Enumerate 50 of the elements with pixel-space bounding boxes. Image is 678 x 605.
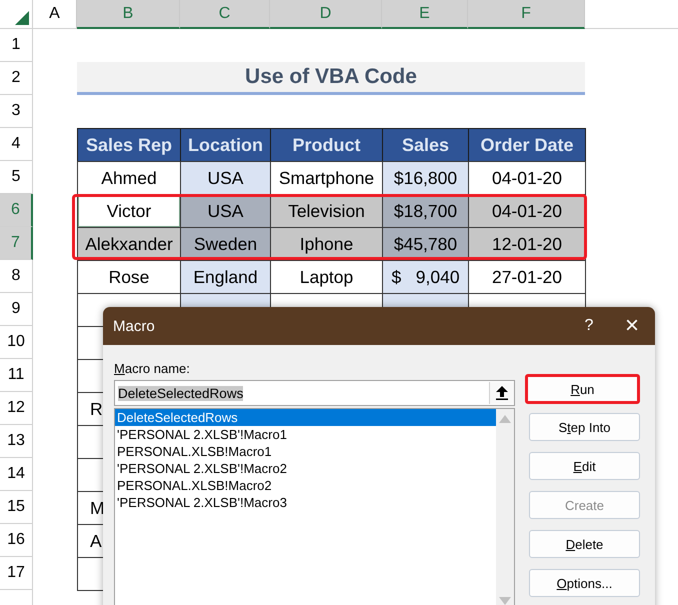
row-header[interactable]: 4 bbox=[0, 128, 33, 161]
column-header[interactable]: A bbox=[33, 0, 77, 29]
table-header-cell: Location bbox=[180, 128, 271, 162]
row-header[interactable]: 3 bbox=[0, 95, 33, 128]
column-header[interactable]: E bbox=[382, 0, 468, 29]
row-header[interactable]: 17 bbox=[0, 557, 33, 590]
macro-list-item[interactable]: 'PERSONAL 2.XLSB'!Macro1 bbox=[115, 426, 496, 443]
column-header[interactable]: F bbox=[468, 0, 585, 29]
table-cell: 04-01-20 bbox=[468, 161, 586, 195]
table-cell: $16,800 bbox=[382, 161, 469, 195]
table-cell: Ahmed bbox=[77, 161, 181, 195]
close-button[interactable]: × bbox=[609, 312, 655, 340]
help-button[interactable]: ? bbox=[569, 317, 609, 335]
table-header-cell: Sales Rep bbox=[77, 128, 181, 162]
dialog-button[interactable]: Step Into bbox=[529, 413, 640, 441]
macro-name-label: Macro name: bbox=[114, 361, 190, 376]
table-cell: England bbox=[180, 260, 271, 294]
macro-list-item[interactable]: DeleteSelectedRows bbox=[115, 409, 496, 426]
row-header[interactable]: 10 bbox=[0, 326, 33, 359]
dialog-button[interactable]: Delete bbox=[529, 530, 640, 558]
row-header[interactable]: 11 bbox=[0, 359, 33, 392]
row-header[interactable]: 14 bbox=[0, 458, 33, 491]
row-header[interactable]: 7 bbox=[0, 227, 33, 260]
dialog-button[interactable]: Options... bbox=[529, 569, 640, 597]
macro-list-item[interactable]: 'PERSONAL 2.XLSB'!Macro2 bbox=[115, 460, 496, 477]
dialog-button[interactable]: Edit bbox=[529, 452, 640, 480]
table-header-cell: Order Date bbox=[468, 128, 586, 162]
table-header-cell: Product bbox=[270, 128, 383, 162]
sheet-title: Use of VBA Code bbox=[77, 62, 585, 95]
column-header[interactable]: D bbox=[270, 0, 382, 29]
row-header[interactable]: 8 bbox=[0, 260, 33, 293]
macro-name-field[interactable]: DeleteSelectedRows bbox=[114, 380, 515, 406]
dialog-title: Macro bbox=[113, 318, 156, 334]
row-header[interactable]: 1 bbox=[0, 29, 33, 62]
row-header[interactable]: 9 bbox=[0, 293, 33, 326]
row-header[interactable]: 6 bbox=[0, 194, 33, 227]
macro-list-item[interactable]: PERSONAL.XLSB!Macro1 bbox=[115, 443, 496, 460]
row-header[interactable]: 2 bbox=[0, 62, 33, 95]
row-header[interactable]: 16 bbox=[0, 524, 33, 557]
row-header[interactable]: 12 bbox=[0, 392, 33, 425]
table-cell: USA bbox=[180, 161, 271, 195]
column-header[interactable]: C bbox=[180, 0, 270, 29]
row-header[interactable]: 5 bbox=[0, 161, 33, 194]
table-cell: $ 9,040 bbox=[382, 260, 469, 294]
dialog-button[interactable]: Run bbox=[525, 374, 640, 404]
row-header[interactable]: 15 bbox=[0, 491, 33, 524]
row-header[interactable]: 13 bbox=[0, 425, 33, 458]
macro-list-item[interactable]: PERSONAL.XLSB!Macro2 bbox=[115, 477, 496, 494]
column-header[interactable]: B bbox=[77, 0, 180, 29]
table-header-cell: Sales bbox=[382, 128, 469, 162]
